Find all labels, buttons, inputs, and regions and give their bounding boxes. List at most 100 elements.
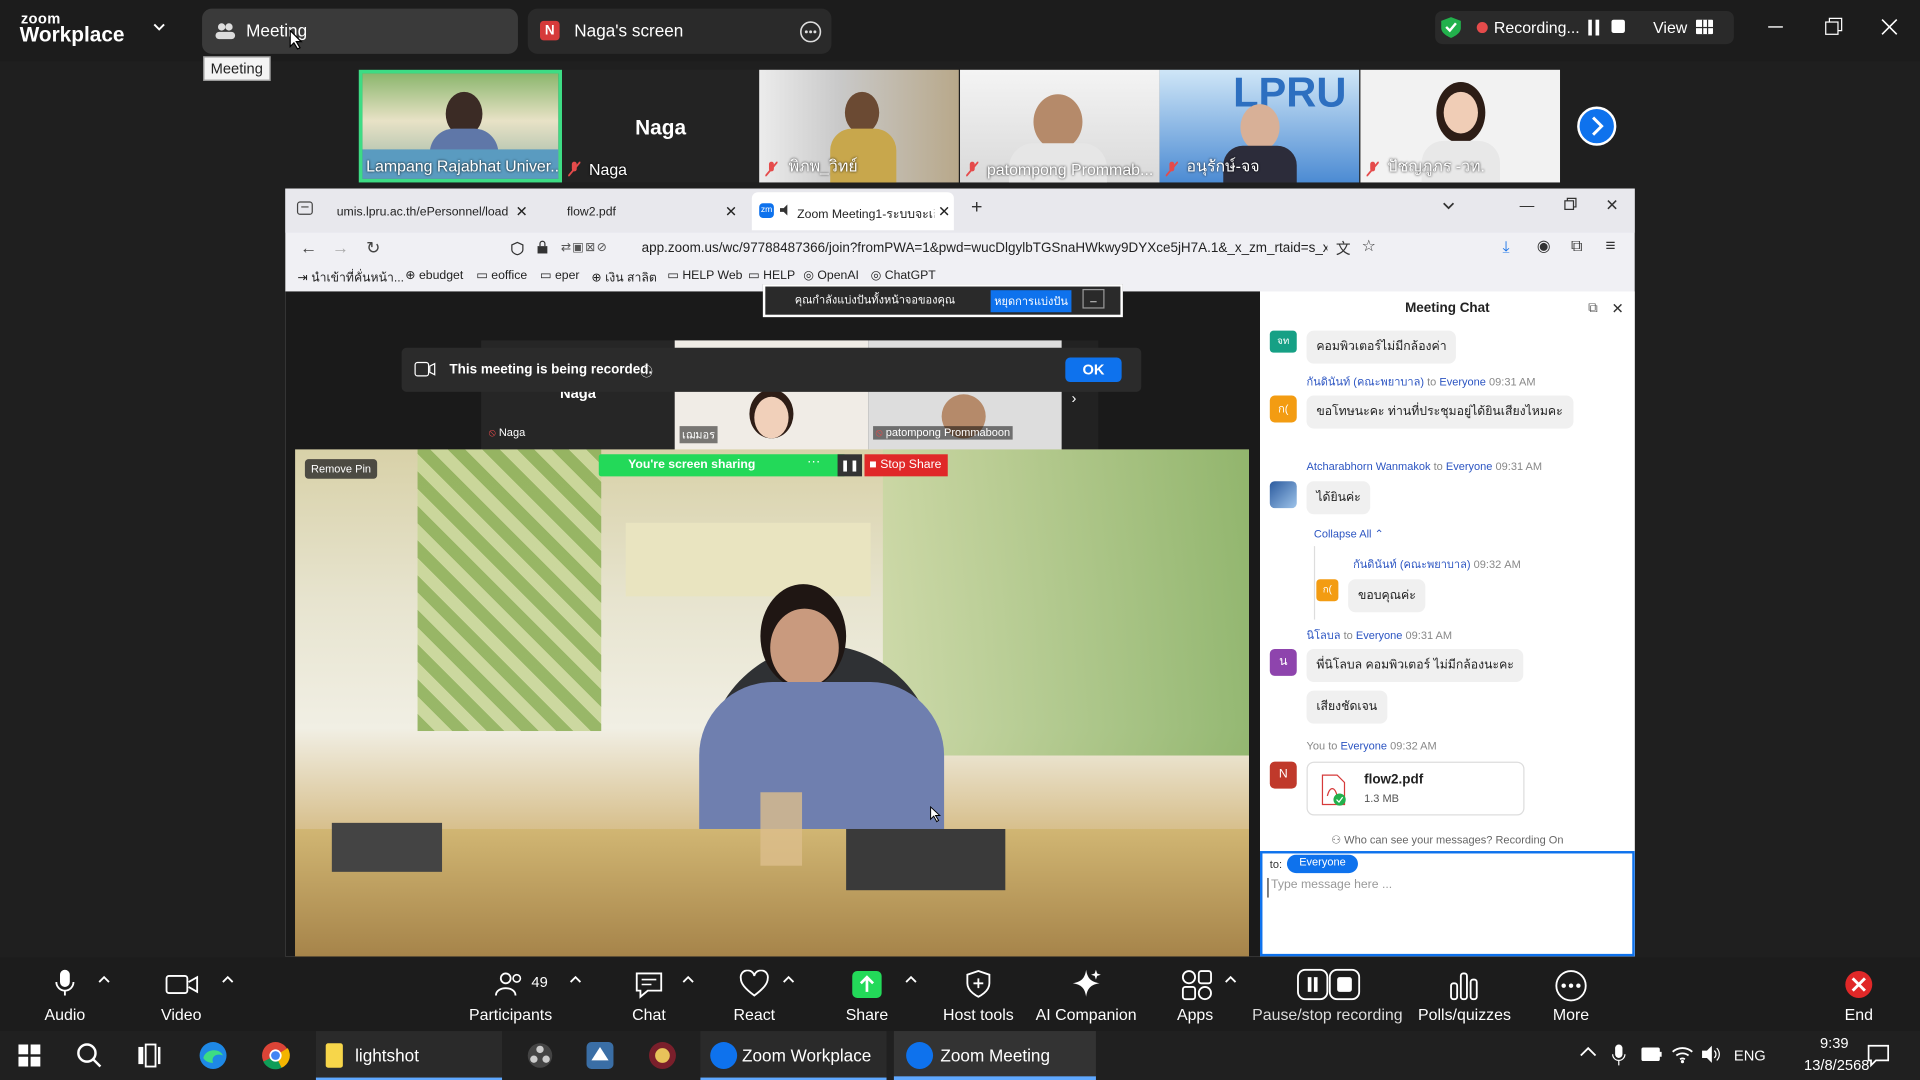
chevron-up-icon[interactable]	[1580, 1046, 1597, 1058]
translate-icon[interactable]: 文	[1336, 238, 1351, 259]
bookmark-chatgpt[interactable]: ◎ ChatGPT	[871, 269, 936, 282]
tab-close-icon[interactable]: ✕	[938, 203, 950, 220]
permissions-icons[interactable]: ⇄▣⊠⊘	[561, 241, 608, 254]
view-button[interactable]: View	[1653, 18, 1687, 36]
polls-button[interactable]: Polls/quizzes	[1417, 958, 1513, 1031]
star-icon[interactable]: ☆	[1362, 236, 1376, 256]
taskbar-lightshot[interactable]: lightshot	[315, 1031, 503, 1080]
clock-date[interactable]: 13/8/2568	[1798, 1057, 1876, 1074]
reload-icon[interactable]: ↻	[366, 238, 380, 259]
share-button[interactable]: Share	[842, 958, 891, 1031]
tab-meeting[interactable]: Meeting	[202, 8, 518, 54]
app-icon[interactable]	[585, 1041, 614, 1070]
chevron-up-icon[interactable]	[1225, 975, 1237, 985]
participant-thumb-lampang[interactable]: Lampang Rajabhat Univer...	[358, 69, 563, 183]
tab-nagas-screen[interactable]: N Naga's screen	[527, 8, 832, 54]
remove-pin-button[interactable]: Remove Pin	[304, 459, 378, 479]
close-icon[interactable]: ✕	[1605, 196, 1618, 216]
pause-icon[interactable]	[1588, 19, 1600, 36]
volume-icon[interactable]	[1701, 1044, 1723, 1064]
url-bar[interactable]: ⇄▣⊠⊘ app.zoom.us/wc/97788487366/join?fro…	[503, 235, 1341, 263]
participant-thumb-patompong[interactable]: patompong Prommab...	[960, 69, 1160, 183]
bookmark-eper[interactable]: ▭ eper	[540, 269, 579, 282]
clock-time[interactable]: 9:39	[1800, 1035, 1869, 1052]
host-tools-button[interactable]: Host tools	[943, 958, 1014, 1031]
info-icon[interactable]: ⓘ	[640, 361, 652, 379]
participant-thumb-anurak[interactable]: LPRU อนุรักษ์-จจ	[1159, 69, 1360, 183]
participant-thumb-phiphop[interactable]: พิภพ_วิทย์	[759, 69, 959, 183]
bookmark-import[interactable]: ⇥ นำเข้าที่คั่นหน้า...	[298, 269, 405, 287]
collapse-all-button[interactable]: Collapse All ⌃	[1314, 528, 1384, 541]
chevron-up-icon[interactable]	[569, 975, 582, 985]
file-attachment[interactable]: flow2.pdf 1.3 MB	[1306, 761, 1525, 816]
wifi-icon[interactable]	[1671, 1044, 1693, 1064]
chevron-down-icon[interactable]	[1441, 200, 1456, 212]
bookmark-ebudget[interactable]: ⊕ ebudget	[405, 269, 463, 282]
chevron-right-icon[interactable]: ›	[1071, 389, 1076, 406]
visibility-note[interactable]: ⚇ Who can see your messages? Recording O…	[1260, 834, 1635, 847]
participant-thumb-patchaya[interactable]: ปัชญภูภร -วท.	[1360, 69, 1561, 183]
browser-tab-zoom[interactable]: zm Zoom Meeting1-ระบบจะเกิ ✕	[751, 192, 954, 231]
emblem-icon[interactable]	[648, 1041, 677, 1070]
participants-button[interactable]: 49 Participants	[465, 958, 556, 1031]
mic-icon[interactable]	[1611, 1044, 1626, 1066]
browser-tab-flow2[interactable]: flow2.pdf ✕	[555, 196, 739, 230]
taskbar-zoom-workplace[interactable]: Zoom Workplace	[700, 1031, 887, 1080]
stop-share-button[interactable]: ■ Stop Share	[864, 454, 948, 477]
battery-icon[interactable]	[1641, 1046, 1663, 1063]
chevron-up-icon[interactable]	[682, 975, 694, 985]
task-view-icon[interactable]	[137, 1043, 161, 1068]
new-tab-icon[interactable]: +	[971, 197, 982, 219]
end-button[interactable]: End	[1837, 958, 1881, 1031]
participant-thumb-naga[interactable]: Naga Naga	[562, 69, 760, 183]
stop-icon[interactable]	[1611, 19, 1626, 35]
obs-icon[interactable]	[527, 1042, 554, 1069]
tab-close-icon[interactable]: ✕	[725, 203, 737, 220]
bookmark-help[interactable]: ▭ HELP	[748, 269, 795, 282]
download-icon[interactable]: ⤓	[1502, 238, 1509, 258]
back-arrow-icon[interactable]: ←	[300, 238, 317, 258]
search-icon[interactable]	[76, 1042, 103, 1069]
windows-start-icon[interactable]	[18, 1044, 41, 1067]
apps-button[interactable]: Apps	[1171, 958, 1220, 1031]
next-page-button[interactable]	[1577, 106, 1617, 146]
chevron-down-icon[interactable]	[152, 21, 167, 33]
tab-close-icon[interactable]: ✕	[516, 203, 528, 220]
taskbar-zoom-meeting[interactable]: Zoom Meeting	[893, 1031, 1096, 1080]
ai-companion-button[interactable]: AI Companion	[1035, 958, 1138, 1031]
edge-icon[interactable]	[198, 1041, 227, 1070]
chevron-up-icon[interactable]	[782, 975, 795, 985]
audio-button[interactable]: Audio	[37, 958, 93, 1031]
account-icon[interactable]: ◉	[1537, 236, 1551, 256]
menu-icon[interactable]: ≡	[1605, 235, 1615, 255]
minimize-banner-button[interactable]: _	[1082, 288, 1105, 309]
close-icon[interactable]	[1877, 15, 1901, 39]
tab-list-icon[interactable]	[296, 200, 313, 217]
bookmark-money[interactable]: ⊕ เงิน สาลิต	[591, 269, 656, 287]
more-button[interactable]: More	[1545, 958, 1596, 1031]
bookmark-openai[interactable]: ◎ OpenAI	[803, 269, 859, 282]
chevron-up-icon[interactable]	[905, 975, 917, 985]
recipient-selector[interactable]: Everyone	[1286, 854, 1359, 874]
pop-out-icon[interactable]: ⧉	[1588, 301, 1598, 317]
bookmark-help-web[interactable]: ▭ HELP Web	[667, 269, 742, 282]
chrome-icon[interactable]	[261, 1041, 290, 1070]
chevron-up-icon[interactable]	[98, 975, 110, 985]
react-button[interactable]: React	[730, 958, 779, 1031]
message-input[interactable]: Type message here ...	[1267, 877, 1610, 898]
language-indicator[interactable]: ENG	[1734, 1047, 1766, 1064]
notification-icon[interactable]	[1866, 1043, 1890, 1068]
chat-button[interactable]: Chat	[624, 958, 673, 1031]
close-icon[interactable]: ✕	[1611, 300, 1623, 317]
video-button[interactable]: Video	[153, 958, 209, 1031]
pause-stop-recording-button[interactable]: Pause/stop recording	[1251, 958, 1403, 1031]
more-options-icon[interactable]	[800, 21, 822, 43]
restore-icon[interactable]	[1562, 197, 1577, 212]
forward-arrow-icon[interactable]: →	[332, 238, 349, 258]
bookmark-eoffice[interactable]: ▭ eoffice	[476, 269, 527, 282]
minimize-icon[interactable]: —	[1520, 197, 1535, 214]
extensions-icon[interactable]: ⧉	[1571, 236, 1582, 256]
stop-sharing-button[interactable]: หยุดการแบ่งปัน	[990, 290, 1072, 313]
ok-button[interactable]: OK	[1065, 357, 1122, 383]
pause-share-button[interactable]: ❚❚	[837, 454, 863, 477]
